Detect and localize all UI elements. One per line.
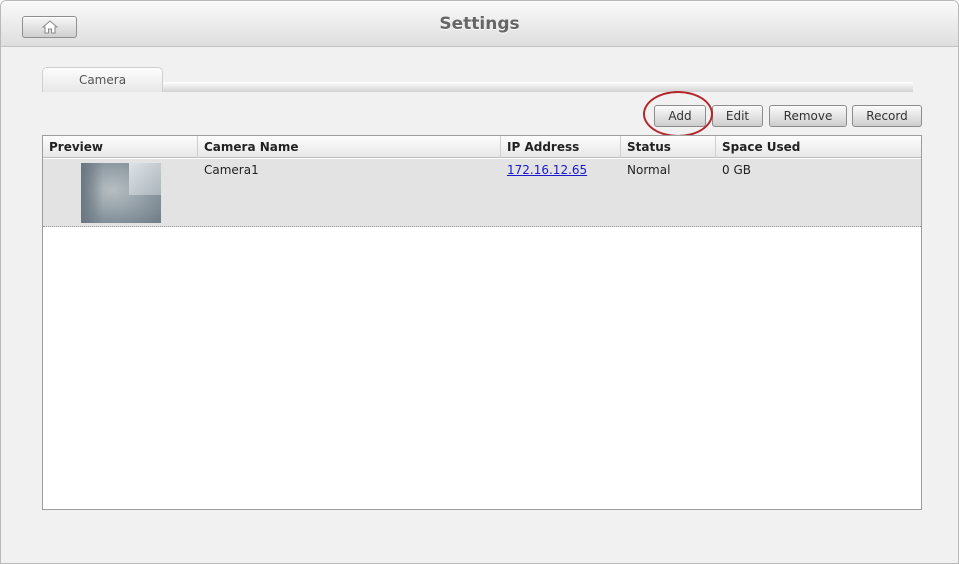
column-header-status[interactable]: Status (621, 136, 716, 158)
space-used-cell: 0 GB (722, 163, 751, 177)
window-title: Settings (439, 14, 520, 34)
thumbnail-highlight (129, 163, 161, 195)
column-header-camera-name[interactable]: Camera Name (198, 136, 501, 158)
remove-button[interactable]: Remove (769, 105, 847, 127)
edit-button[interactable]: Edit (712, 105, 763, 127)
camera-preview-thumbnail[interactable] (81, 163, 161, 223)
add-button[interactable]: Add (654, 105, 706, 127)
camera-name-cell: Camera1 (204, 163, 259, 177)
title-bar: Settings (1, 1, 958, 47)
tab-camera[interactable]: Camera (42, 67, 163, 92)
column-header-space-used[interactable]: Space Used (716, 136, 921, 158)
status-cell: Normal (627, 163, 671, 177)
column-header-preview[interactable]: Preview (43, 136, 198, 158)
table-row[interactable]: Camera1 172.16.12.65 Normal 0 GB (43, 159, 921, 227)
camera-table: Preview Camera Name IP Address Status Sp… (42, 135, 922, 510)
settings-window: Settings Camera Add Edit Remove Record P… (0, 0, 959, 564)
record-button[interactable]: Record (852, 105, 922, 127)
thumbnail-shadow (81, 163, 103, 223)
column-header-ip-address[interactable]: IP Address (501, 136, 621, 158)
tab-bar (163, 82, 913, 92)
table-header: Preview Camera Name IP Address Status Sp… (43, 136, 921, 158)
ip-address-link[interactable]: 172.16.12.65 (507, 163, 587, 177)
